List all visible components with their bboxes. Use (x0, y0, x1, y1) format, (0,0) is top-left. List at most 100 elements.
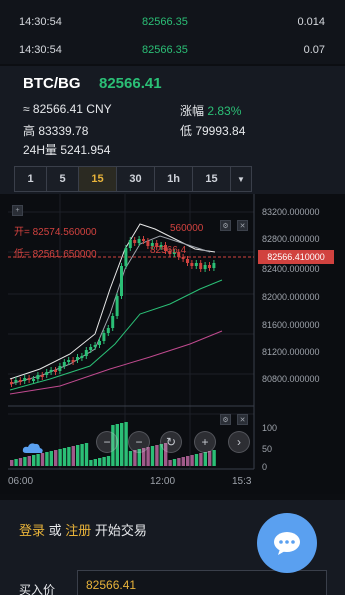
candle (76, 357, 79, 360)
trade-price: 82566.35 (142, 44, 188, 56)
candle (49, 370, 53, 372)
or-text: 或 (48, 523, 62, 538)
tab-30m[interactable]: 30 (116, 166, 154, 192)
tab-more[interactable]: 15 (192, 166, 230, 192)
volume-bar (168, 460, 172, 466)
candle (71, 360, 75, 362)
trade-price: 82566.35 (142, 16, 188, 28)
candle (203, 265, 207, 269)
volume-bar (102, 457, 106, 466)
volume-bar (71, 446, 75, 466)
volume-24h: 24H量 5241.954 (23, 143, 111, 157)
volume-bar (45, 452, 49, 466)
chat-button[interactable] (257, 513, 317, 573)
ohlc-mid-2: 82566.4 (150, 245, 187, 256)
candle (62, 362, 66, 366)
register-link[interactable]: 注册 (65, 523, 91, 538)
trade-amount: 0.07 (303, 44, 325, 56)
tab-5m[interactable]: 5 (46, 166, 78, 192)
candle (102, 333, 106, 341)
zoom-reset-icon[interactable]: − (128, 431, 150, 453)
volume-bar (150, 446, 155, 466)
zoom-in-icon[interactable]: + (194, 431, 216, 453)
candle (89, 347, 93, 350)
login-link[interactable]: 登录 (19, 523, 45, 538)
tab-1h[interactable]: 1h (154, 166, 192, 192)
refresh-icon[interactable]: ↻ (160, 431, 182, 453)
pair-name: BTC/BG (23, 75, 81, 92)
vol-tick: 0 (262, 462, 268, 472)
volume-bar (93, 459, 97, 466)
candle (84, 350, 88, 356)
candle (23, 378, 27, 381)
candle (111, 316, 115, 328)
candle (80, 356, 84, 358)
volume-bar (49, 451, 53, 466)
candle (190, 263, 194, 266)
cloud-icon[interactable] (22, 437, 44, 459)
vol-tick: 100 (262, 423, 278, 433)
crosshair-icon[interactable]: + (12, 205, 23, 216)
recent-trades: 14:30:54 82566.35 0.014 14:30:54 82566.3… (0, 0, 345, 64)
buy-price-input[interactable] (77, 570, 327, 595)
candle (10, 382, 13, 384)
trade-time: 14:30:54 (19, 44, 62, 56)
change-stat: 涨幅 2.83% (180, 102, 241, 119)
y-tick: 83200.000000 (262, 207, 320, 217)
volume-bar (76, 445, 80, 466)
volume-bar (80, 444, 84, 466)
volume-bar (172, 459, 177, 466)
vol-settings-icon[interactable]: ⚙ (220, 414, 231, 425)
kline-chart[interactable]: + ⚙ ✕ ⚙ ✕ 开= 82574.560000 低= 82561.65000… (0, 194, 345, 494)
low-price: 低 79993.84 (180, 124, 246, 138)
candle (146, 241, 150, 246)
next-icon[interactable]: › (228, 431, 250, 453)
candle (18, 380, 22, 382)
timeframe-tabs: 1 5 15 30 1h 15 ▼ (14, 166, 252, 192)
candle (208, 265, 211, 268)
change-label: 涨幅 (180, 104, 205, 118)
candle (45, 372, 49, 375)
start-trading-text: 开始交易 (94, 523, 147, 538)
candle (142, 239, 145, 241)
volume-bar (18, 458, 23, 466)
zoom-out-icon[interactable]: − (96, 431, 118, 453)
y-tick: 82000.000000 (262, 292, 320, 302)
tab-15m[interactable]: 15 (78, 166, 116, 192)
chat-bubble-icon (274, 532, 300, 555)
tab-dropdown[interactable]: ▼ (230, 166, 252, 192)
candle (128, 240, 132, 248)
volume-bar (10, 460, 14, 466)
volume-bar (203, 452, 207, 466)
candle (199, 263, 203, 269)
candle (212, 263, 216, 268)
volume-bar (181, 457, 185, 466)
candle (133, 240, 137, 243)
volume-bar (62, 448, 67, 466)
candle (120, 266, 123, 296)
ohlc-open: 开= 82574.560000 (14, 227, 97, 238)
candle (27, 378, 31, 380)
candle (137, 239, 141, 243)
pair-price: 82566.41 (99, 75, 162, 92)
candle (36, 375, 40, 379)
vol-close-icon[interactable]: ✕ (237, 414, 248, 425)
close-icon[interactable]: ✕ (237, 220, 248, 231)
buy-price-label: 买入价 (19, 583, 56, 595)
candle (40, 375, 44, 377)
volume-bar (155, 445, 159, 466)
trade-row: 14:30:54 82566.35 0.07 (0, 36, 345, 62)
volume-bar (194, 454, 199, 466)
settings-icon[interactable]: ⚙ (220, 220, 231, 231)
candle (194, 263, 198, 266)
candle (93, 345, 97, 347)
volume-bar (186, 456, 190, 466)
candle (186, 259, 189, 263)
candle (58, 366, 62, 371)
cny-price: ≈ 82566.41 CNY (23, 102, 112, 116)
candle (67, 360, 71, 362)
volume-bar (120, 423, 124, 466)
tab-1m[interactable]: 1 (14, 166, 46, 192)
volume-bar (208, 451, 212, 466)
high-price: 高 83339.78 (23, 124, 89, 138)
